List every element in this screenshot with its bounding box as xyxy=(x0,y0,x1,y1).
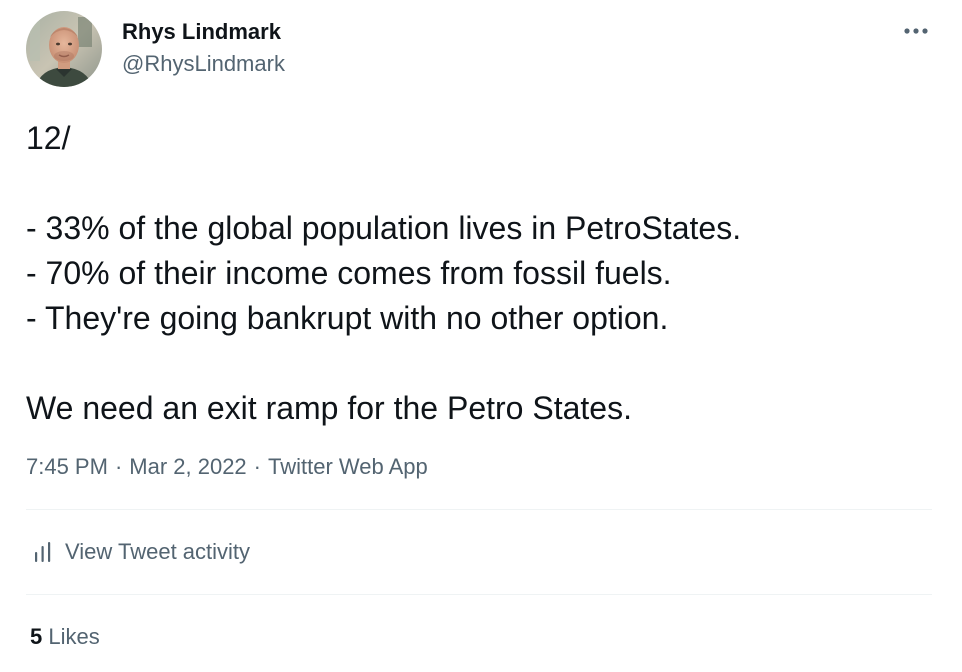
tweet-line: - They're going bankrupt with no other o… xyxy=(26,300,669,336)
tweet-line: We need an exit ramp for the Petro State… xyxy=(26,390,632,426)
tweet-line: - 70% of their income comes from fossil … xyxy=(26,255,672,291)
author-display-name[interactable]: Rhys Lindmark xyxy=(122,18,281,46)
tweet-date[interactable]: Mar 2, 2022 xyxy=(129,454,246,479)
view-tweet-activity-label: View Tweet activity xyxy=(65,539,251,564)
tweet-text: 12/ - 33% of the global population lives… xyxy=(26,116,936,431)
likes-label: Likes xyxy=(48,624,100,649)
avatar-photo xyxy=(26,11,102,87)
more-options-icon xyxy=(904,28,928,34)
tweet-metadata: 7:45 PM · Mar 2, 2022 · Twitter Web App xyxy=(26,452,428,482)
divider xyxy=(26,509,932,510)
tweet-source[interactable]: Twitter Web App xyxy=(268,454,428,479)
avatar[interactable] xyxy=(26,11,102,87)
tweet-line xyxy=(26,341,936,386)
view-tweet-activity-link[interactable]: View Tweet activity xyxy=(26,536,250,568)
tweet-time[interactable]: 7:45 PM xyxy=(26,454,108,479)
tweet-line: 12/ xyxy=(26,120,71,156)
meta-separator: · xyxy=(253,454,261,479)
divider xyxy=(26,594,932,595)
more-options-button[interactable] xyxy=(896,16,936,46)
likes-count: 5 xyxy=(30,624,43,649)
tweet-line: - 33% of the global population lives in … xyxy=(26,210,742,246)
tweet-card: Rhys Lindmark @RhysLindmark 12/ - 33% of… xyxy=(0,0,962,672)
tweet-line xyxy=(26,161,936,206)
meta-separator: · xyxy=(114,454,123,479)
author-handle[interactable]: @RhysLindmark xyxy=(122,50,285,78)
likes-link[interactable]: 5 Likes xyxy=(30,622,100,652)
analytics-icon xyxy=(35,542,51,562)
